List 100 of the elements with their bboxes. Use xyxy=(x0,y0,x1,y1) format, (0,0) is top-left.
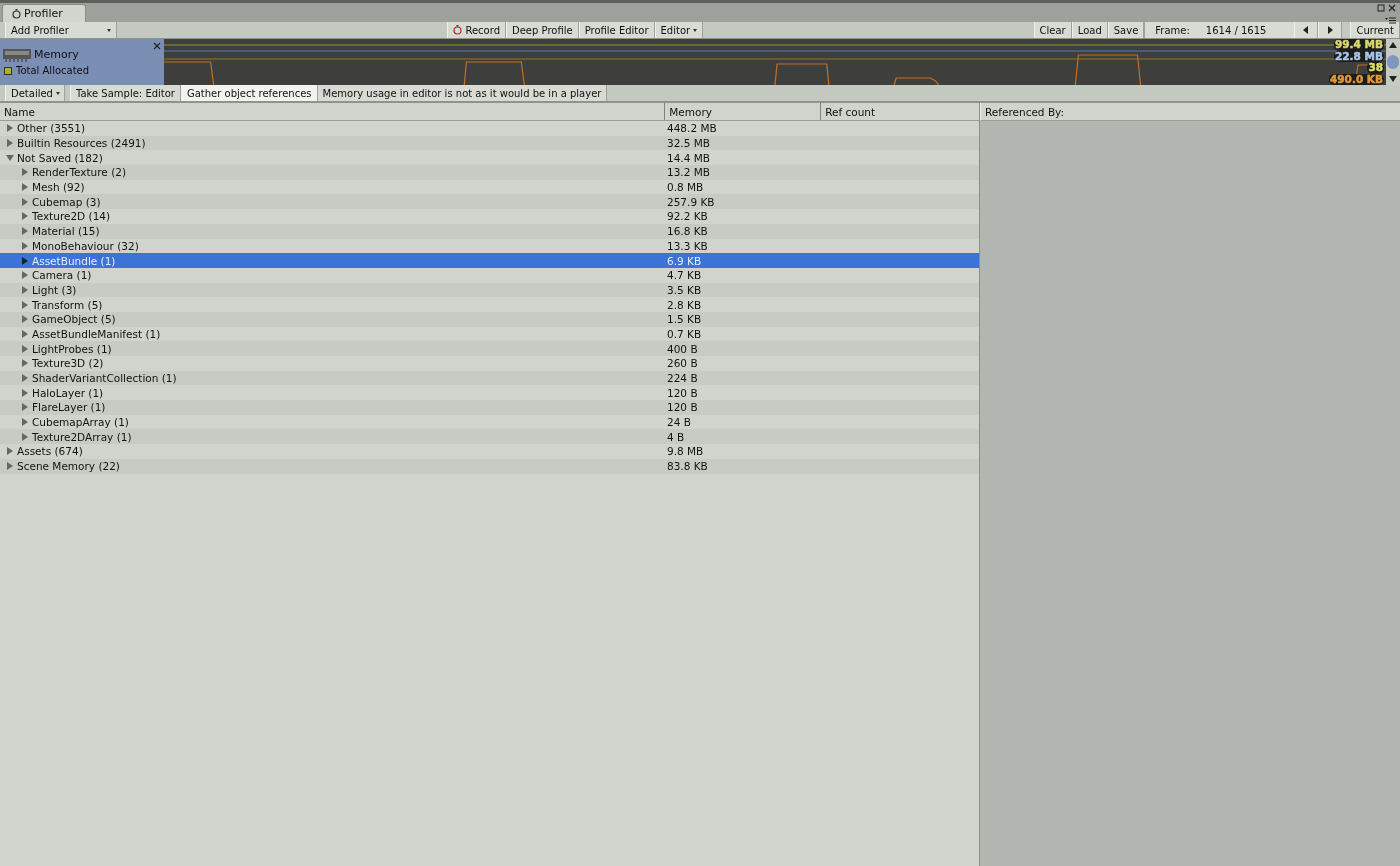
tree-row[interactable]: Material (15) 16.8 KB xyxy=(0,223,979,239)
toolbar-button[interactable]: Load xyxy=(1071,22,1108,38)
tree-row[interactable]: Camera (1) 4.7 KB xyxy=(0,267,979,283)
stopwatch-icon xyxy=(12,8,21,19)
editor-dropdown[interactable]: Editor xyxy=(654,22,704,38)
memory-value: 0.7 KB xyxy=(666,327,703,340)
memory-value: 120 B xyxy=(666,401,699,414)
row-name: HaloLayer (1) xyxy=(32,386,104,399)
close-icon[interactable] xyxy=(153,42,161,50)
row-name: FlareLayer (1) xyxy=(32,401,106,414)
expanded-arrow-icon[interactable] xyxy=(6,153,14,162)
tree-row[interactable]: GameObject (5) 1.5 KB xyxy=(0,311,979,327)
memory-value: 448.2 MB xyxy=(666,122,718,135)
row-name: CubemapArray (1) xyxy=(32,416,129,429)
tree-row[interactable]: HaloLayer (1) 120 B xyxy=(0,385,979,401)
tree-row[interactable]: Other (3551) 448.2 MB xyxy=(0,121,979,136)
left-arrow-icon xyxy=(1303,26,1310,34)
menu-icon[interactable] xyxy=(1385,17,1396,24)
memory-value: 14.4 MB xyxy=(666,151,711,164)
tree-row[interactable]: Texture3D (2) 260 B xyxy=(0,356,979,371)
column-header[interactable]: Ref count xyxy=(821,103,979,120)
memory-value: 224 B xyxy=(666,372,699,385)
scrollbar[interactable] xyxy=(1386,39,1400,85)
notice-label: Memory usage in editor is not as it would be in a player xyxy=(317,85,608,101)
tree-row[interactable]: Assets (674) 9.8 MB xyxy=(0,444,979,459)
row-name: Not Saved (182) xyxy=(17,151,103,164)
tree-row[interactable]: RenderTexture (2) 13.2 MB xyxy=(0,165,979,180)
graph-reading: 490.0 KB xyxy=(1329,73,1384,85)
tree-row[interactable]: AssetBundleManifest (1) 0.7 KB xyxy=(0,326,979,342)
profiler-tab[interactable]: Profiler xyxy=(2,4,86,22)
memory-value: 2.8 KB xyxy=(666,298,703,311)
record-button[interactable]: Record xyxy=(447,22,506,38)
memory-value: 120 B xyxy=(666,386,699,399)
memory-value: 13.2 MB xyxy=(666,166,711,179)
tree-row[interactable]: Texture2DArray (1) 4 B xyxy=(0,429,979,445)
tree-row[interactable]: ShaderVariantCollection (1) 224 B xyxy=(0,370,979,386)
row-name: ShaderVariantCollection (1) xyxy=(32,372,177,385)
tree-row[interactable]: Texture2D (14) 92.2 KB xyxy=(0,209,979,224)
row-name: Texture3D (2) xyxy=(32,357,104,370)
toolbar-button[interactable]: Clear xyxy=(1033,22,1072,38)
memory-area-panel[interactable]: Memory Total Allocated xyxy=(0,39,164,85)
close-icon[interactable] xyxy=(1388,4,1396,12)
toolbar-button[interactable]: Profile Editor xyxy=(578,22,655,38)
column-header[interactable]: Memory xyxy=(665,103,822,120)
add-profiler-dropdown[interactable]: Add Profiler xyxy=(5,22,117,38)
tree-row[interactable]: LightProbes (1) 400 B xyxy=(0,341,979,356)
memory-value: 4.7 KB xyxy=(666,269,703,282)
row-name: Other (3551) xyxy=(17,122,86,135)
tree-row[interactable]: CubemapArray (1) 24 B xyxy=(0,414,979,430)
row-name: Transform (5) xyxy=(32,298,103,311)
toolbar-button[interactable]: Deep Profile xyxy=(506,22,579,38)
row-name: Material (15) xyxy=(32,225,100,238)
view-mode-dropdown[interactable]: Detailed xyxy=(5,85,65,101)
current-frame-button[interactable]: Current xyxy=(1350,22,1400,38)
maximize-icon[interactable] xyxy=(1377,4,1385,12)
tree-row[interactable]: Not Saved (182) 14.4 MB xyxy=(0,150,979,166)
row-name: Assets (674) xyxy=(17,445,83,458)
memory-value: 92.2 KB xyxy=(666,210,709,223)
tree-row[interactable]: Scene Memory (22) 83.8 KB xyxy=(0,458,979,474)
memory-value: 6.9 KB xyxy=(666,254,703,267)
toolbar-button[interactable]: Gather object references xyxy=(181,85,318,101)
memory-value: 32.5 MB xyxy=(666,137,711,150)
row-name: AssetBundle (1) xyxy=(32,254,116,267)
tree-row[interactable]: AssetBundle (1) 6.9 KB xyxy=(0,253,979,268)
frame-number: 1614 / 1615 xyxy=(1205,24,1267,36)
memory-value: 4 B xyxy=(666,430,686,443)
legend-label: Total Allocated xyxy=(16,65,90,76)
column-header: Referenced By: xyxy=(984,104,1065,120)
tree-row[interactable]: FlareLayer (1) 120 B xyxy=(0,400,979,415)
row-name: Scene Memory (22) xyxy=(17,460,120,473)
frame-label: Frame: xyxy=(1155,24,1190,36)
tree-row[interactable]: Transform (5) 2.8 KB xyxy=(0,297,979,312)
next-frame-button[interactable] xyxy=(1318,22,1343,38)
memory-value: 257.9 KB xyxy=(666,195,716,208)
toolbar-button[interactable]: Take Sample: Editor xyxy=(70,85,181,101)
memory-value: 3.5 KB xyxy=(666,283,703,296)
graph-reading: 38 xyxy=(1367,62,1384,74)
up-arrow-icon[interactable] xyxy=(1389,42,1397,48)
stopwatch-icon xyxy=(453,25,463,35)
area-title: Memory xyxy=(34,47,79,61)
tree-row[interactable]: Builtin Resources (2491) 32.5 MB xyxy=(0,135,979,151)
row-name: GameObject (5) xyxy=(32,313,116,326)
tree-row[interactable]: Mesh (92) 0.8 MB xyxy=(0,179,979,195)
row-name: Light (3) xyxy=(32,283,77,296)
previous-frame-button[interactable] xyxy=(1294,22,1319,38)
memory-value: 9.8 MB xyxy=(666,445,705,458)
graph-reading: 99.4 MB xyxy=(1334,39,1384,51)
tree-row[interactable]: MonoBehaviour (32) 13.3 KB xyxy=(0,238,979,254)
row-name: MonoBehaviour (32) xyxy=(32,239,139,252)
memory-value: 400 B xyxy=(666,342,699,355)
down-arrow-icon[interactable] xyxy=(1389,76,1397,82)
row-name: RenderTexture (2) xyxy=(32,166,127,179)
column-header[interactable]: Name xyxy=(0,103,666,120)
tree-row[interactable]: Cubemap (3) 257.9 KB xyxy=(0,194,979,210)
tree-row[interactable]: Light (3) 3.5 KB xyxy=(0,282,979,298)
memory-chip-icon xyxy=(3,46,31,62)
row-name: AssetBundleManifest (1) xyxy=(32,327,161,340)
toolbar-button[interactable]: Save xyxy=(1107,22,1145,38)
memory-value: 24 B xyxy=(666,416,692,429)
row-name: Texture2DArray (1) xyxy=(32,430,132,443)
